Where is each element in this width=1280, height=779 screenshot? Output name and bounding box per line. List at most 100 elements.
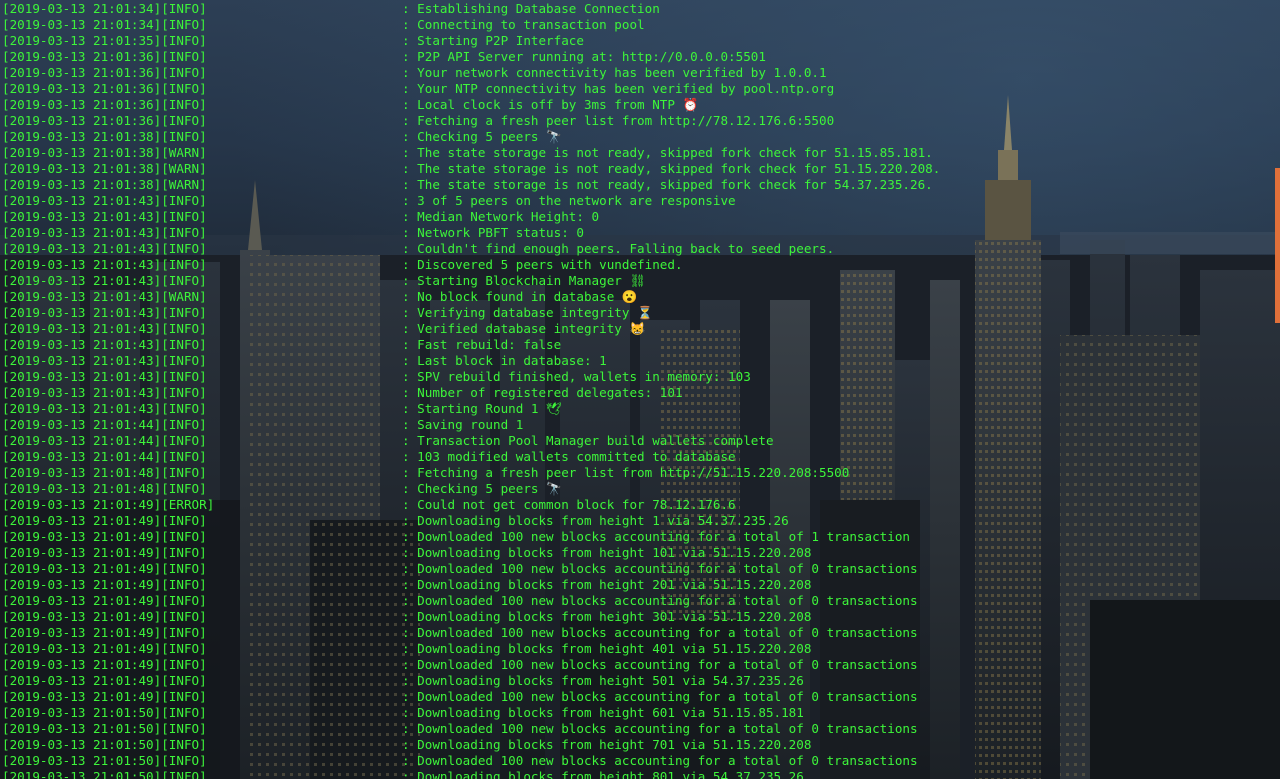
terminal-window[interactable]: [2019-03-13 21:01:34][INFO]: Establishin… <box>0 0 1280 779</box>
log-line: [2019-03-13 21:01:44][INFO]: Transaction… <box>2 433 940 449</box>
log-line: [2019-03-13 21:01:48][INFO] : Fetching a … <box>2 465 940 481</box>
log-line: [2019-03-13 21:01:34][INFO]: Connecting … <box>2 17 940 33</box>
log-prefix: [2019-03-13 21:01:38][WARN] <box>2 161 207 176</box>
log-prefix: [2019-03-13 21:01:50][INFO] <box>2 737 207 752</box>
log-line: [2019-03-13 21:01:43][INFO]: Number of r… <box>2 385 940 401</box>
log-line: [2019-03-13 21:01:49][INFO]: Downloading… <box>2 641 940 657</box>
log-line: [2019-03-13 21:01:43][INFO] : Median Netw… <box>2 209 940 225</box>
log-prefix: [2019-03-13 21:01:44][INFO] <box>2 449 207 464</box>
log-message: : Verifying database integrity ⏳ <box>402 305 653 320</box>
log-line: [2019-03-13 21:01:49][INFO]: Downloading… <box>2 609 940 625</box>
log-prefix: [2019-03-13 21:01:36][INFO] <box>2 113 207 128</box>
log-message: : Starting P2P Interface <box>402 33 584 48</box>
log-prefix: [2019-03-13 21:01:38][INFO] <box>2 129 207 144</box>
log-prefix: [2019-03-13 21:01:36][INFO] <box>2 97 207 112</box>
log-prefix: [2019-03-13 21:01:48][INFO] <box>2 465 207 480</box>
log-prefix: [2019-03-13 21:01:43][WARN] <box>2 289 207 304</box>
log-prefix: [2019-03-13 21:01:38][WARN] <box>2 177 207 192</box>
log-message: : Your NTP connectivity has been verifie… <box>402 81 835 96</box>
log-prefix: [2019-03-13 21:01:44][INFO] <box>2 417 207 432</box>
log-message: : Downloaded 100 new blocks accounting f… <box>402 753 918 768</box>
log-prefix: [2019-03-13 21:01:43][INFO] <box>2 273 207 288</box>
log-message: : The state storage is not ready, skippe… <box>402 145 933 160</box>
log-message: : Last block in database: 1 <box>402 353 607 368</box>
log-prefix: [2019-03-13 21:01:43][INFO] <box>2 321 207 336</box>
log-line: [2019-03-13 21:01:49][INFO]: Downloaded … <box>2 657 940 673</box>
log-line: [2019-03-13 21:01:36][INFO] : Your NTP co… <box>2 81 940 97</box>
log-message: : Downloading blocks from height 1 via 5… <box>402 513 789 528</box>
log-message: : Fetching a fresh peer list from http:/… <box>402 465 850 480</box>
log-message: : 3 of 5 peers on the network are respon… <box>402 193 736 208</box>
log-line: [2019-03-13 21:01:49][ERROR]: Could not … <box>2 497 940 513</box>
log-line: [2019-03-13 21:01:43][INFO] : Fast rebuil… <box>2 337 940 353</box>
log-prefix: [2019-03-13 21:01:43][INFO] <box>2 241 207 256</box>
log-message: : Downloaded 100 new blocks accounting f… <box>402 657 918 672</box>
log-message: : Median Network Height: 0 <box>402 209 600 224</box>
log-prefix: [2019-03-13 21:01:49][INFO] <box>2 641 207 656</box>
log-line: [2019-03-13 21:01:38][WARN] : The state s… <box>2 145 940 161</box>
scrollbar-thumb[interactable] <box>1275 168 1280 323</box>
log-line: [2019-03-13 21:01:50][INFO] : Downloading… <box>2 769 940 779</box>
log-line: [2019-03-13 21:01:49][INFO] : Downloading… <box>2 513 940 529</box>
log-line: [2019-03-13 21:01:43][INFO]: Verifying d… <box>2 305 940 321</box>
log-line: [2019-03-13 21:01:43][INFO]: SPV rebuild… <box>2 369 940 385</box>
log-message: : Downloading blocks from height 801 via… <box>402 769 804 779</box>
log-message: : Checking 5 peers 🔭 <box>402 481 562 496</box>
log-prefix: [2019-03-13 21:01:49][INFO] <box>2 545 207 560</box>
log-line: [2019-03-13 21:01:50][INFO]: Downloading… <box>2 737 940 753</box>
log-line: [2019-03-13 21:01:36][INFO]: Your networ… <box>2 65 940 81</box>
log-prefix: [2019-03-13 21:01:50][INFO] <box>2 721 207 736</box>
log-message: : Downloaded 100 new blocks accounting f… <box>402 689 918 704</box>
log-prefix: [2019-03-13 21:01:48][INFO] <box>2 481 207 496</box>
log-prefix: [2019-03-13 21:01:36][INFO] <box>2 81 207 96</box>
log-message: : Starting Blockchain Manager ⛓ <box>402 273 646 288</box>
log-prefix: [2019-03-13 21:01:49][INFO] <box>2 609 207 624</box>
log-message: : SPV rebuild finished, wallets in memor… <box>402 369 751 384</box>
log-prefix: [2019-03-13 21:01:49][INFO] <box>2 673 207 688</box>
log-line: [2019-03-13 21:01:43][INFO]: Starting Ro… <box>2 401 940 417</box>
log-message: : Fetching a fresh peer list from http:/… <box>402 113 835 128</box>
log-line: [2019-03-13 21:01:44][INFO] : 103 modifie… <box>2 449 940 465</box>
log-line: [2019-03-13 21:01:49][INFO]: Downloaded … <box>2 593 940 609</box>
log-message: : Downloaded 100 new blocks accounting f… <box>402 625 918 640</box>
log-prefix: [2019-03-13 21:01:43][INFO] <box>2 337 207 352</box>
log-prefix: [2019-03-13 21:01:49][INFO] <box>2 593 207 608</box>
log-prefix: [2019-03-13 21:01:49][INFO] <box>2 513 207 528</box>
log-message: : Downloading blocks from height 501 via… <box>402 673 804 688</box>
log-line: [2019-03-13 21:01:43][INFO]: Verified da… <box>2 321 940 337</box>
log-line: [2019-03-13 21:01:38][INFO]: Checking 5 … <box>2 129 940 145</box>
log-prefix: [2019-03-13 21:01:43][INFO] <box>2 193 207 208</box>
log-message: : Downloading blocks from height 201 via… <box>402 577 812 592</box>
log-line: [2019-03-13 21:01:34][INFO]: Establishin… <box>2 1 940 17</box>
log-line: [2019-03-13 21:01:43][INFO]: Last block … <box>2 353 940 369</box>
log-message: : Fast rebuild: false <box>402 337 562 352</box>
log-message: : Discovered 5 peers with vundefined. <box>402 257 683 272</box>
log-message: : Starting Round 1 🕊 <box>402 401 563 416</box>
log-line: [2019-03-13 21:01:36][INFO]: Local clock… <box>2 97 940 113</box>
log-message: : Downloading blocks from height 601 via… <box>402 705 804 720</box>
log-prefix: [2019-03-13 21:01:49][INFO] <box>2 577 207 592</box>
log-line: [2019-03-13 21:01:49][INFO] : Downloading… <box>2 545 940 561</box>
log-prefix: [2019-03-13 21:01:49][INFO] <box>2 689 207 704</box>
log-message: : Could not get common block for 78.12.1… <box>402 497 736 512</box>
log-line: [2019-03-13 21:01:43][INFO]: Network PBF… <box>2 225 940 241</box>
log-prefix: [2019-03-13 21:01:49][INFO] <box>2 625 207 640</box>
log-output: [2019-03-13 21:01:34][INFO]: Establishin… <box>2 1 940 779</box>
log-prefix: [2019-03-13 21:01:49][INFO] <box>2 529 207 544</box>
log-prefix: [2019-03-13 21:01:38][WARN] <box>2 145 207 160</box>
log-line: [2019-03-13 21:01:49][INFO] : Downloaded … <box>2 625 940 641</box>
log-message: : Your network connectivity has been ver… <box>402 65 827 80</box>
log-prefix: [2019-03-13 21:01:50][INFO] <box>2 769 207 779</box>
log-prefix: [2019-03-13 21:01:34][INFO] <box>2 17 207 32</box>
log-prefix: [2019-03-13 21:01:35][INFO] <box>2 33 207 48</box>
log-message: : No block found in database 😮 <box>402 289 638 304</box>
log-prefix: [2019-03-13 21:01:49][INFO] <box>2 561 207 576</box>
log-message: : 103 modified wallets committed to data… <box>402 449 736 464</box>
log-message: : Saving round 1 <box>402 417 524 432</box>
log-prefix: [2019-03-13 21:01:43][INFO] <box>2 209 207 224</box>
log-line: [2019-03-13 21:01:38][WARN]: The state s… <box>2 161 940 177</box>
log-line: [2019-03-13 21:01:50][INFO]: Downloaded … <box>2 753 940 769</box>
log-message: : Downloading blocks from height 101 via… <box>402 545 812 560</box>
log-line: [2019-03-13 21:01:44][INFO] : Saving roun… <box>2 417 940 433</box>
log-message: : The state storage is not ready, skippe… <box>402 177 933 192</box>
